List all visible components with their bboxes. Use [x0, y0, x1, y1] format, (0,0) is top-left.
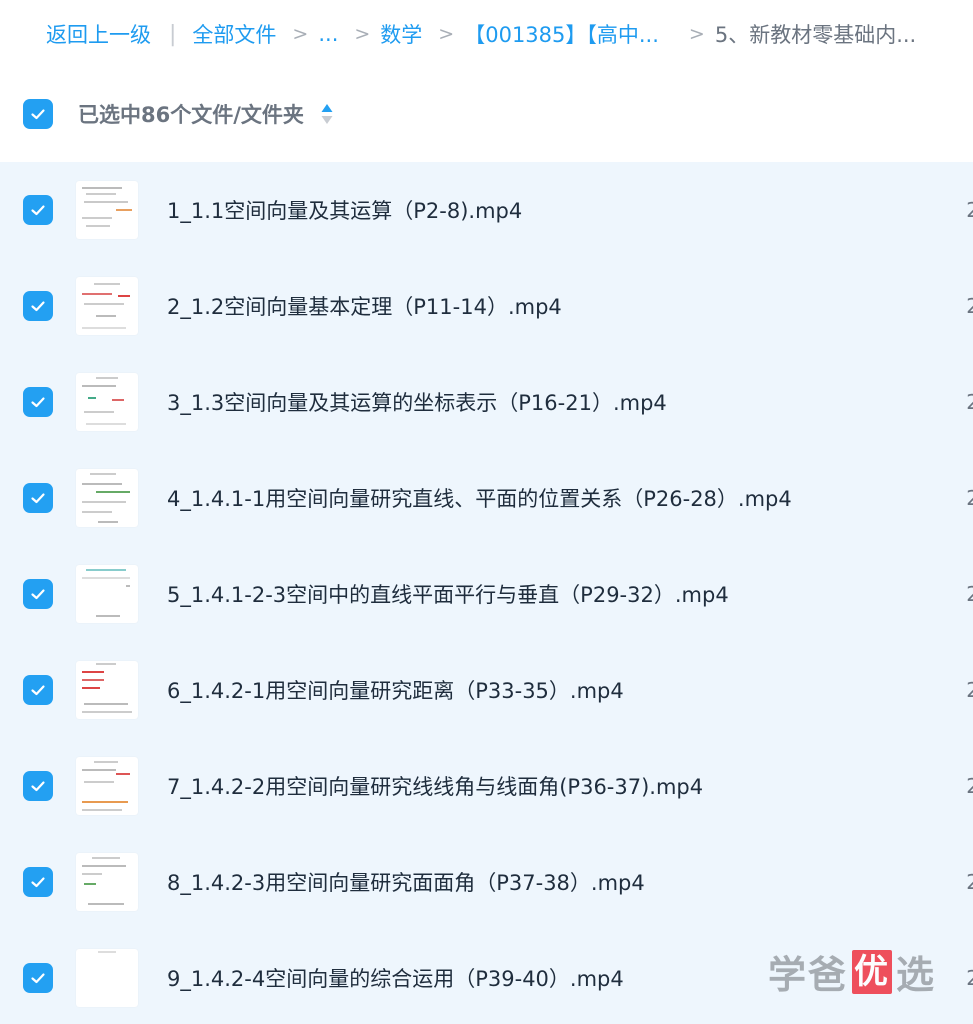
video-thumbnail	[76, 565, 138, 623]
check-icon	[31, 973, 45, 984]
watermark-text: 选	[896, 953, 937, 997]
file-name[interactable]: 9_1.4.2-4空间向量的综合运用（P39-40）.mp4	[167, 963, 624, 993]
file-checkbox[interactable]	[23, 771, 53, 801]
file-name[interactable]: 7_1.4.2-2用空间向量研究线线角与线面角(P36-37).mp4	[167, 771, 703, 801]
check-icon	[31, 109, 45, 120]
breadcrumb-math[interactable]: 数学	[380, 19, 422, 49]
file-date-cutoff: 2	[966, 582, 973, 606]
back-link[interactable]: 返回上一级	[46, 19, 151, 49]
selection-count-label: 已选中86个文件/文件夹	[78, 103, 304, 127]
file-name[interactable]: 1_1.1空间向量及其运算（P2-8).mp4	[167, 195, 522, 225]
file-row[interactable]: 3_1.3空间向量及其运算的坐标表示（P16-21）.mp4 2	[0, 354, 973, 450]
breadcrumb-all-files[interactable]: 全部文件	[192, 19, 276, 49]
video-thumbnail	[76, 661, 138, 719]
check-icon	[31, 781, 45, 792]
check-icon	[31, 493, 45, 504]
video-thumbnail	[76, 277, 138, 335]
file-date-cutoff: 2	[966, 870, 973, 894]
breadcrumb: 返回上一级 | 全部文件 > ... > 数学 > 【001385】【高中...…	[0, 0, 973, 68]
video-thumbnail	[76, 373, 138, 431]
file-date-cutoff: 2	[966, 774, 973, 798]
chevron-right-icon: >	[688, 23, 705, 45]
breadcrumb-ellipsis[interactable]: ...	[318, 22, 338, 46]
chevron-right-icon: >	[354, 23, 371, 45]
check-icon	[31, 589, 45, 600]
file-row[interactable]: 4_1.4.1-1用空间向量研究直线、平面的位置关系（P26-28）.mp4 2	[0, 450, 973, 546]
file-checkbox[interactable]	[23, 963, 53, 993]
file-checkbox[interactable]	[23, 387, 53, 417]
file-date-cutoff: 2	[966, 390, 973, 414]
file-row[interactable]: 2_1.2空间向量基本定理（P11-14）.mp4 2	[0, 258, 973, 354]
watermark-logo: 学爸优选	[768, 944, 936, 999]
video-thumbnail	[76, 469, 138, 527]
check-icon	[31, 205, 45, 216]
file-checkbox[interactable]	[23, 579, 53, 609]
file-date-cutoff: 2	[966, 966, 973, 990]
file-checkbox[interactable]	[23, 291, 53, 321]
file-checkbox[interactable]	[23, 867, 53, 897]
file-row[interactable]: 1_1.1空间向量及其运算（P2-8).mp4 2	[0, 162, 973, 258]
file-date-cutoff: 2	[966, 486, 973, 510]
file-checkbox[interactable]	[23, 195, 53, 225]
file-list: 1_1.1空间向量及其运算（P2-8).mp4 2 2_1.2空间向量基本定理（P1…	[0, 162, 973, 1024]
check-icon	[31, 685, 45, 696]
file-date-cutoff: 2	[966, 294, 973, 318]
video-thumbnail	[76, 853, 138, 911]
breadcrumb-current: 5、新教材零基础内...	[714, 23, 917, 47]
file-row[interactable]: 6_1.4.2-1用空间向量研究距离（P33-35）.mp4 2	[0, 642, 973, 738]
file-row[interactable]: 5_1.4.1-2-3空间中的直线平面平行与垂直（P29-32）.mp4 2	[0, 546, 973, 642]
file-name[interactable]: 6_1.4.2-1用空间向量研究距离（P33-35）.mp4	[167, 675, 624, 705]
file-checkbox[interactable]	[23, 675, 53, 705]
file-name[interactable]: 5_1.4.1-2-3空间中的直线平面平行与垂直（P29-32）.mp4	[167, 579, 729, 609]
file-date-cutoff: 2	[966, 198, 973, 222]
chevron-right-icon: >	[438, 23, 455, 45]
check-icon	[31, 301, 45, 312]
watermark-text: 学爸	[768, 953, 849, 997]
breadcrumb-course[interactable]: 【001385】【高中...	[464, 19, 659, 49]
video-thumbnail	[76, 949, 138, 1007]
check-icon	[31, 877, 45, 888]
file-row[interactable]: 8_1.4.2-3用空间向量研究面面角（P37-38）.mp4 2	[0, 834, 973, 930]
video-thumbnail	[76, 757, 138, 815]
file-name[interactable]: 2_1.2空间向量基本定理（P11-14）.mp4	[167, 291, 562, 321]
sort-icon[interactable]	[320, 102, 334, 126]
selection-header: 已选中86个文件/文件夹	[0, 78, 973, 150]
file-name[interactable]: 8_1.4.2-3用空间向量研究面面角（P37-38）.mp4	[167, 867, 645, 897]
select-all-checkbox[interactable]	[23, 99, 53, 129]
check-icon	[31, 397, 45, 408]
video-thumbnail	[76, 181, 138, 239]
file-checkbox[interactable]	[23, 483, 53, 513]
file-name[interactable]: 3_1.3空间向量及其运算的坐标表示（P16-21）.mp4	[167, 387, 667, 417]
file-row[interactable]: 7_1.4.2-2用空间向量研究线线角与线面角(P36-37).mp4 2	[0, 738, 973, 834]
watermark-box: 优	[852, 949, 893, 994]
file-name[interactable]: 4_1.4.1-1用空间向量研究直线、平面的位置关系（P26-28）.mp4	[167, 483, 792, 513]
file-date-cutoff: 2	[966, 678, 973, 702]
breadcrumb-divider: |	[169, 21, 177, 47]
chevron-right-icon: >	[292, 23, 309, 45]
